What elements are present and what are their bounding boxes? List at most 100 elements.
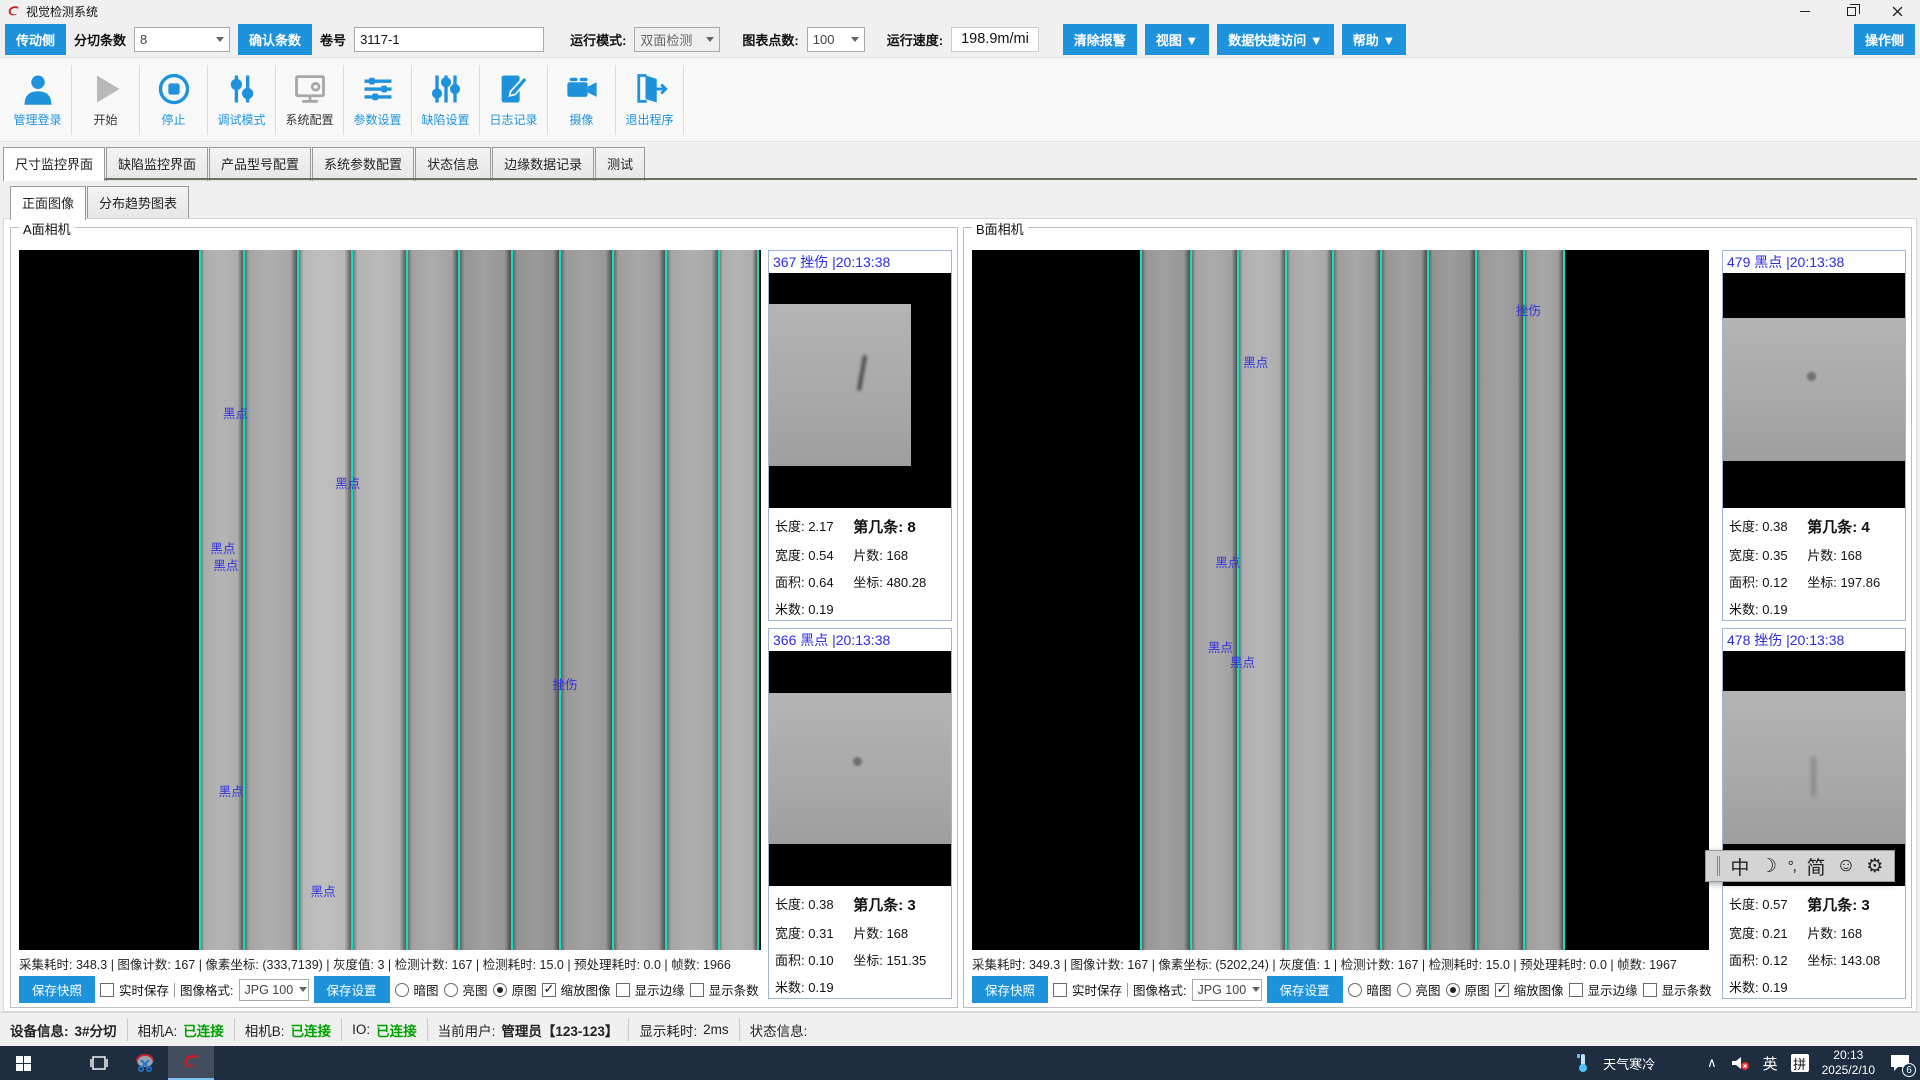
bright-image-radio[interactable] — [444, 983, 458, 997]
start-icon — [88, 71, 124, 107]
data-quick-access-menu-button[interactable]: 数据快捷访问 ▼ — [1217, 24, 1333, 55]
minimize-button[interactable] — [1782, 0, 1828, 22]
speaker-muted-icon[interactable] — [1730, 1055, 1750, 1071]
clear-alarm-button[interactable]: 清除报警 — [1063, 24, 1137, 55]
drag-handle-icon[interactable] — [1717, 856, 1720, 876]
image-format-select[interactable]: JPG 100 — [1192, 979, 1262, 1001]
ime-language-bar[interactable]: 中 ☽ °, 简 ☺ ⚙ — [1705, 850, 1895, 882]
area-label: 面积: — [775, 575, 805, 590]
ime-chinese-mode-button[interactable]: 中 — [1730, 853, 1749, 880]
moon-icon[interactable]: ☽ — [1760, 855, 1777, 878]
zoom-image-checkbox[interactable] — [542, 983, 556, 997]
save-snapshot-button[interactable]: 保存快照 — [19, 976, 95, 1003]
video-capture-icon — [564, 71, 600, 107]
tab-sub-0[interactable]: 正面图像 — [10, 186, 86, 220]
bright-image-radio[interactable] — [1397, 983, 1411, 997]
chevron-down-icon — [706, 37, 714, 42]
save-snapshot-button[interactable]: 保存快照 — [972, 976, 1048, 1003]
save-settings-button[interactable]: 保存设置 — [1267, 976, 1343, 1003]
toolbar-button-debug-mode[interactable]: 调试模式 — [208, 65, 276, 135]
ime-simplified-button[interactable]: 简 — [1807, 853, 1826, 880]
coord-label: 坐标: — [853, 575, 883, 590]
meter-value: 0.19 — [1762, 602, 1787, 617]
zoom-image-checkbox[interactable] — [1495, 983, 1509, 997]
language-indicator[interactable]: 英 — [1763, 1053, 1778, 1074]
camera-b-defect-column: 479 黑点 |20:13:38 长度: 0.38 第几条: 4 宽度: 0.3… — [1722, 250, 1906, 1006]
camera-b-controls: 保存快照 实时保存 图像格式: JPG 100 保存设置 暗图 亮图 原图 缩放… — [972, 976, 1909, 1003]
tab-main-2[interactable]: 产品型号配置 — [209, 147, 311, 181]
thermometer-icon — [1576, 1053, 1590, 1073]
tab-main-1[interactable]: 缺陷监控界面 — [106, 147, 208, 181]
defect-card[interactable]: 478 挫伤 |20:13:38 长度: 0.57 第几条: 3 宽度: 0.2… — [1722, 628, 1906, 999]
defect-card-header: 479 黑点 |20:13:38 — [1723, 251, 1905, 273]
dark-image-radio[interactable] — [395, 983, 409, 997]
task-view-button[interactable] — [76, 1046, 122, 1080]
tab-main-6[interactable]: 测试 — [595, 147, 645, 181]
camera-b-view: 挫伤黑点黑点黑点黑点 — [972, 250, 1709, 950]
app-taskbar-button[interactable] — [168, 1046, 214, 1080]
close-button[interactable] — [1874, 0, 1920, 22]
show-count-checkbox[interactable] — [690, 983, 704, 997]
tab-main-3[interactable]: 系统参数配置 — [312, 147, 414, 181]
show-count-checkbox[interactable] — [1643, 983, 1657, 997]
run-mode-select[interactable]: 双面检测 — [634, 27, 720, 52]
show-edge-checkbox[interactable] — [616, 983, 630, 997]
chart-points-select[interactable]: 100 — [807, 27, 865, 52]
realtime-save-checkbox[interactable] — [1053, 983, 1067, 997]
toolbar-button-video-capture[interactable]: 摄像 — [548, 65, 616, 135]
save-settings-button[interactable]: 保存设置 — [314, 976, 390, 1003]
realtime-save-checkbox[interactable] — [100, 983, 114, 997]
gear-icon[interactable]: ⚙ — [1866, 855, 1883, 878]
operator-side-button[interactable]: 操作侧 — [1854, 24, 1915, 55]
tab-main-5[interactable]: 边缘数据记录 — [492, 147, 594, 181]
strip-divider-line — [1140, 250, 1142, 950]
area-label: 面积: — [1729, 575, 1759, 590]
view-menu-button[interactable]: 视图 ▼ — [1145, 24, 1209, 55]
defect-card-header: 478 挫伤 |20:13:38 — [1723, 629, 1905, 651]
film-strip — [199, 250, 244, 950]
tab-main-0[interactable]: 尺寸监控界面 — [3, 147, 105, 181]
toolbar-button-defect-settings[interactable]: 缺陷设置 — [412, 65, 480, 135]
tab-sub-1[interactable]: 分布趋势图表 — [87, 186, 189, 220]
snipping-tool-button[interactable] — [122, 1046, 168, 1080]
restore-button[interactable] — [1828, 0, 1874, 22]
strip-divider-line — [612, 250, 614, 950]
weather-text[interactable]: 天气寒冷 — [1603, 1054, 1655, 1073]
ime-indicator[interactable]: 拼 — [1791, 1054, 1809, 1072]
strip-index-label: 第几条: — [1807, 897, 1857, 914]
clock[interactable]: 20:132025/2/10 — [1822, 1048, 1875, 1078]
image-format-select[interactable]: JPG 100 — [239, 979, 309, 1001]
toolbar-button-exit-program[interactable]: 退出程序 — [616, 65, 684, 135]
tab-main-4[interactable]: 状态信息 — [415, 147, 491, 181]
confirm-count-button[interactable]: 确认条数 — [238, 24, 312, 55]
toolbar-button-log-record[interactable]: 日志记录 — [480, 65, 548, 135]
start-button[interactable] — [0, 1046, 46, 1080]
ime-punctuation-button[interactable]: °, — [1788, 858, 1796, 875]
slit-count-select[interactable]: 8 — [134, 27, 230, 52]
debug-mode-icon — [224, 71, 260, 107]
defect-card[interactable]: 367 挫伤 |20:13:38 长度: 2.17 第几条: 8 宽度: 0.5… — [768, 250, 952, 621]
camera-a-controls: 保存快照 实时保存 图像格式: JPG 100 保存设置 暗图 亮图 原图 缩放… — [19, 976, 955, 1003]
toolbar-button-system-config[interactable]: 系统配置 — [276, 65, 344, 135]
original-image-radio[interactable] — [1446, 983, 1460, 997]
app-logo-icon — [6, 4, 21, 19]
toolbar-button-start[interactable]: 开始 — [72, 65, 140, 135]
toolbar-button-admin-login[interactable]: 管理登录 — [4, 65, 72, 135]
width-value: 0.54 — [808, 548, 833, 563]
defect-mark — [1807, 372, 1816, 381]
roll-number-input[interactable] — [354, 27, 544, 52]
dark-image-radio[interactable] — [1348, 983, 1362, 997]
notification-center-button[interactable]: 6 — [1888, 1052, 1912, 1074]
window-title-bar: 视觉检测系统 — [0, 0, 1920, 22]
tray-expand-chevron[interactable]: ∧ — [1707, 1055, 1717, 1071]
help-menu-button[interactable]: 帮助 ▼ — [1342, 24, 1406, 55]
drive-side-button[interactable]: 传动侧 — [5, 24, 66, 55]
toolbar-button-stop[interactable]: 停止 — [140, 65, 208, 135]
smiley-icon[interactable]: ☺ — [1836, 855, 1855, 877]
camera-a-title: A面相机 — [19, 219, 75, 238]
defect-card[interactable]: 366 黑点 |20:13:38 长度: 0.38 第几条: 3 宽度: 0.3… — [768, 628, 952, 999]
original-image-radio[interactable] — [493, 983, 507, 997]
defect-card[interactable]: 479 黑点 |20:13:38 长度: 0.38 第几条: 4 宽度: 0.3… — [1722, 250, 1906, 621]
show-edge-checkbox[interactable] — [1569, 983, 1583, 997]
toolbar-button-param-settings[interactable]: 参数设置 — [344, 65, 412, 135]
